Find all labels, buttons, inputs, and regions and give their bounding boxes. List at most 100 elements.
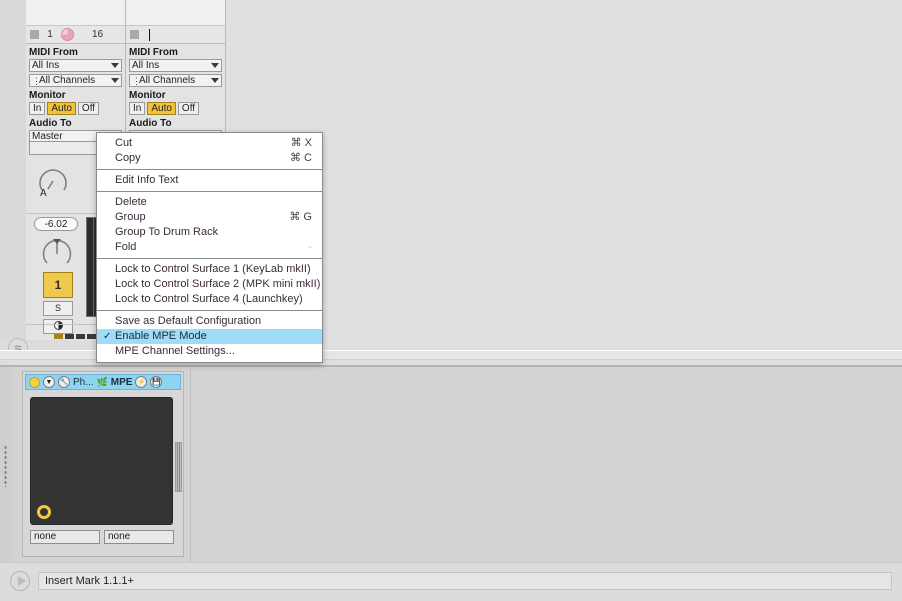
macro-assign-row: none none (30, 530, 176, 544)
clip-slot[interactable] (26, 0, 125, 26)
menu-item-label: Lock to Control Surface 1 (KeyLab mkII) (115, 263, 311, 275)
drag-handle-icon[interactable] (4, 445, 7, 487)
menu-item-label: Lock to Control Surface 4 (Launchkey) (115, 293, 303, 305)
solo-button[interactable]: S (43, 301, 73, 316)
menu-item-mpe-channel-settings[interactable]: MPE Channel Settings... (97, 344, 322, 359)
display-handle-icon[interactable] (37, 505, 51, 519)
track-status-row[interactable] (126, 26, 225, 44)
menu-separator (97, 258, 322, 259)
monitor-auto-button[interactable]: Auto (47, 102, 76, 115)
macro-field-1[interactable]: none (30, 530, 100, 544)
device-empty-area[interactable] (190, 367, 902, 562)
chevron-down-icon (211, 78, 219, 83)
menu-item-delete[interactable]: Delete (97, 195, 322, 210)
track-select-button[interactable]: 1 (43, 272, 73, 298)
menu-item-shortcut: ⌘ X (290, 137, 312, 149)
crossfade-seg (54, 333, 63, 339)
menu-item-cut[interactable]: Cut ⌘ X (97, 136, 322, 151)
menu-item-label: Lock to Control Surface 2 (MPK mini mkII… (115, 278, 321, 290)
monitor-button-group: In Auto Off (129, 102, 222, 115)
text-cursor (149, 28, 150, 41)
menu-item-lock-control-surface-1[interactable]: Lock to Control Surface 1 (KeyLab mkII) (97, 262, 322, 277)
menu-group: Save as Default Configuration ✓ Enable M… (97, 314, 322, 359)
menu-item-save-as-default-configuration[interactable]: Save as Default Configuration (97, 314, 322, 329)
device-title: Ph... (73, 376, 94, 388)
menu-item-label: Delete (115, 196, 147, 208)
menu-group: Cut ⌘ X Copy ⌘ C (97, 136, 322, 166)
menu-item-enable-mpe-mode[interactable]: ✓ Enable MPE Mode (97, 329, 322, 344)
midi-from-chooser[interactable]: All Ins (29, 59, 122, 72)
pie-meter-icon (61, 28, 74, 41)
device-display[interactable] (30, 397, 173, 525)
monitor-label: Monitor (29, 90, 66, 101)
check-icon: ✓ (103, 331, 112, 342)
menu-item-label: Group (115, 211, 146, 223)
monitor-label: Monitor (129, 90, 166, 101)
menu-item-shortcut: - (308, 241, 312, 253)
chevron-down-icon[interactable]: ▼ (43, 376, 55, 388)
device-scrollbar[interactable] (175, 442, 182, 492)
wrench-icon[interactable]: 🔧 (58, 376, 70, 388)
monitor-off-button[interactable]: Off (77, 102, 100, 115)
midi-dots-icon: ⋮ (132, 75, 141, 86)
menu-group: Delete Group ⌘ G Group To Drum Rack Fold… (97, 195, 322, 255)
midi-from-value: All Ins (32, 60, 60, 71)
menu-item-lock-control-surface-2[interactable]: Lock to Control Surface 2 (MPK mini mkII… (97, 277, 322, 292)
pie-meter-value: 16 (91, 29, 104, 40)
midi-channel-value: All Channels (39, 75, 96, 86)
menu-item-group[interactable]: Group ⌘ G (97, 210, 322, 225)
monitor-in-button[interactable]: In (129, 102, 146, 115)
track-status-row[interactable]: 1 16 (26, 26, 125, 44)
midi-from-chooser[interactable]: All Ins (129, 59, 222, 72)
menu-item-label: Fold (115, 241, 137, 253)
menu-separator (97, 191, 322, 192)
mpe-glyph-icon: 🌿 (96, 376, 108, 387)
device-panel[interactable]: ▼ 🔧 Ph... 🌿 MPE ⚡ 💾 none none (22, 371, 184, 557)
midi-dots-icon: ⋮ (32, 75, 41, 86)
menu-item-label: MPE Channel Settings... (115, 345, 235, 357)
mpe-badge: MPE (110, 376, 133, 388)
stop-clip-icon[interactable] (130, 30, 139, 39)
menu-item-copy[interactable]: Copy ⌘ C (97, 151, 322, 166)
scrollbar-grip (179, 443, 180, 491)
volume-value[interactable]: -6.02 (34, 217, 78, 231)
hot-swap-icon[interactable]: ⚡ (135, 376, 148, 388)
save-preset-icon[interactable]: 💾 (150, 376, 163, 388)
menu-item-fold[interactable]: Fold - (97, 240, 322, 255)
monitor-in-button[interactable]: In (29, 102, 46, 115)
send-a-label: A (40, 188, 47, 199)
app-window: 1 16 MIDI From All Ins ⋮ All Channels Mo… (0, 0, 902, 601)
device-chain-area[interactable]: ▼ 🔧 Ph... 🌿 MPE ⚡ 💾 none none (0, 367, 902, 562)
meter-divider (93, 218, 94, 316)
pan-knob[interactable] (40, 236, 74, 270)
session-empty-area[interactable] (226, 0, 902, 350)
midi-channel-chooser[interactable]: ⋮ All Channels (29, 74, 122, 87)
power-led-icon[interactable] (29, 376, 40, 388)
monitor-auto-button[interactable]: Auto (147, 102, 176, 115)
menu-item-label: Enable MPE Mode (115, 330, 207, 342)
midi-from-label: MIDI From (129, 47, 178, 58)
device-header[interactable]: ▼ 🔧 Ph... 🌿 MPE ⚡ 💾 (25, 374, 181, 390)
menu-group: Edit Info Text (97, 173, 322, 188)
clip-slot[interactable] (126, 0, 225, 26)
menu-item-group-to-drum-rack[interactable]: Group To Drum Rack (97, 225, 322, 240)
crossfade-seg (65, 333, 74, 339)
midi-channel-chooser[interactable]: ⋮ All Channels (129, 74, 222, 87)
context-menu[interactable]: Cut ⌘ X Copy ⌘ C Edit Info Text Delete G… (96, 132, 323, 363)
midi-from-value: All Ins (132, 60, 160, 71)
menu-item-lock-control-surface-4[interactable]: Lock to Control Surface 4 (Launchkey) (97, 292, 322, 307)
device-rail (0, 367, 12, 562)
stop-clip-icon[interactable] (30, 30, 39, 39)
monitor-off-button[interactable]: Off (177, 102, 200, 115)
audio-to-label: Audio To (29, 118, 72, 129)
scrollbar-grip (177, 443, 178, 491)
menu-item-shortcut: ⌘ G (289, 211, 312, 223)
monitor-button-group: In Auto Off (29, 102, 122, 115)
status-message: Insert Mark 1.1.1+ (38, 572, 892, 590)
macro-field-2[interactable]: none (104, 530, 174, 544)
menu-separator (97, 310, 322, 311)
midi-channel-value: All Channels (139, 75, 196, 86)
menu-item-edit-info-text[interactable]: Edit Info Text (97, 173, 322, 188)
play-button[interactable] (10, 571, 30, 591)
chevron-down-icon (111, 78, 119, 83)
